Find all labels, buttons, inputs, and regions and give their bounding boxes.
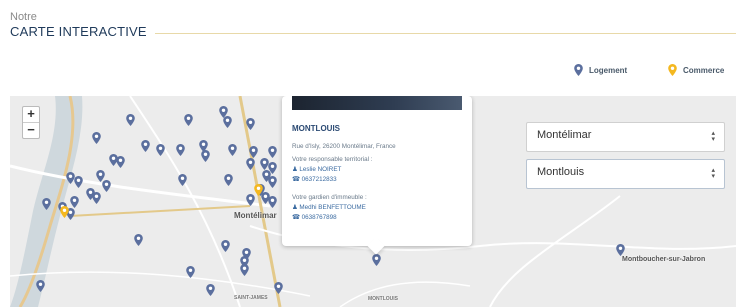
map-label-saint-james: SAINT-JAMES: [234, 295, 268, 301]
select-arrows-icon: ▴ ▾: [711, 167, 715, 180]
responsable-phone[interactable]: ☎ 0637212833: [292, 176, 337, 183]
zoom-out-button[interactable]: −: [23, 123, 39, 138]
page-title: CARTE INTERACTIVE: [10, 24, 147, 39]
map-marker-icon[interactable]: [126, 114, 135, 126]
map-marker-icon[interactable]: [70, 196, 79, 208]
map-marker-icon[interactable]: [74, 176, 83, 188]
map-marker-icon[interactable]: [249, 146, 258, 158]
map-marker-icon[interactable]: [268, 176, 277, 188]
user-icon: ♟: [292, 166, 298, 173]
popup-title: MONTLOUIS: [292, 124, 340, 133]
legend-label: Logement: [589, 65, 628, 75]
map-marker-icon[interactable]: [184, 114, 193, 126]
map-marker-icon[interactable]: [141, 140, 150, 152]
map-marker-icon[interactable]: [92, 192, 101, 204]
popup-photo: [292, 96, 462, 110]
map-marker-icon[interactable]: [268, 196, 277, 208]
select-arrows-icon: ▴ ▾: [711, 130, 715, 143]
map-marker-icon[interactable]: [186, 266, 195, 278]
map-marker-icon[interactable]: [116, 156, 125, 168]
map-marker-icon[interactable]: [372, 254, 381, 266]
map-marker-icon[interactable]: [201, 150, 210, 162]
map-marker-icon[interactable]: [268, 146, 277, 158]
map-marker-icon[interactable]: [176, 144, 185, 156]
map-marker-icon[interactable]: [92, 132, 101, 144]
map-marker-icon[interactable]: [246, 158, 255, 170]
phone-icon: ☎: [292, 214, 300, 221]
user-icon: ♟: [292, 204, 298, 211]
popup-address: Rue d'Isly, 26200 Montélimar, France: [292, 143, 396, 150]
district-select[interactable]: Montlouis ▴ ▾: [526, 159, 725, 189]
map-marker-icon[interactable]: [60, 206, 69, 218]
responsable-label: Votre responsable territorial :: [292, 156, 373, 163]
map-marker-icon[interactable]: [274, 282, 283, 294]
responsable-name: ♟ Leslie NOIRET: [292, 166, 342, 173]
zoom-control: + −: [22, 106, 40, 139]
map-marker-icon[interactable]: [178, 174, 187, 186]
phone-icon: ☎: [292, 176, 300, 183]
title-divider: [155, 33, 736, 34]
map-popup: MONTLOUIS Rue d'Isly, 26200 Montélimar, …: [282, 96, 472, 255]
map-marker-icon[interactable]: [224, 174, 233, 186]
legend-label: Commerce: [683, 65, 725, 75]
gardien-phone[interactable]: ☎ 0638767898: [292, 214, 337, 221]
zoom-in-button[interactable]: +: [23, 107, 39, 123]
legend-commerce: Commerce: [668, 62, 724, 78]
map-marker-icon[interactable]: [616, 244, 625, 256]
map-marker-icon[interactable]: [228, 144, 237, 156]
map-marker-icon[interactable]: [134, 234, 143, 246]
map-marker-icon[interactable]: [102, 180, 111, 192]
section-subtitle: Notre: [10, 11, 37, 23]
gardien-name: ♟ Medhi BENFETTOUME: [292, 204, 366, 211]
map-label-montlouis: MONTLOUIS: [368, 296, 398, 302]
map-marker-icon[interactable]: [221, 240, 230, 252]
map-pin-icon: [668, 64, 677, 76]
map-marker-icon[interactable]: [240, 264, 249, 276]
gardien-label: Votre gardien d'immeuble :: [292, 194, 367, 201]
map-marker-icon[interactable]: [254, 184, 263, 196]
map-marker-icon[interactable]: [223, 116, 232, 128]
map-label-montboucher: Montboucher-sur-Jabron: [622, 256, 706, 263]
map-pin-icon: [574, 64, 583, 76]
map-marker-icon[interactable]: [156, 144, 165, 156]
map-label-montelimar: Montélimar: [234, 211, 277, 220]
city-select[interactable]: Montélimar ▴ ▾: [526, 122, 725, 152]
map-marker-icon[interactable]: [246, 118, 255, 130]
map-marker-icon[interactable]: [36, 280, 45, 292]
legend-logement: Logement: [574, 62, 627, 78]
map-marker-icon[interactable]: [42, 198, 51, 210]
map-marker-icon[interactable]: [206, 284, 215, 296]
